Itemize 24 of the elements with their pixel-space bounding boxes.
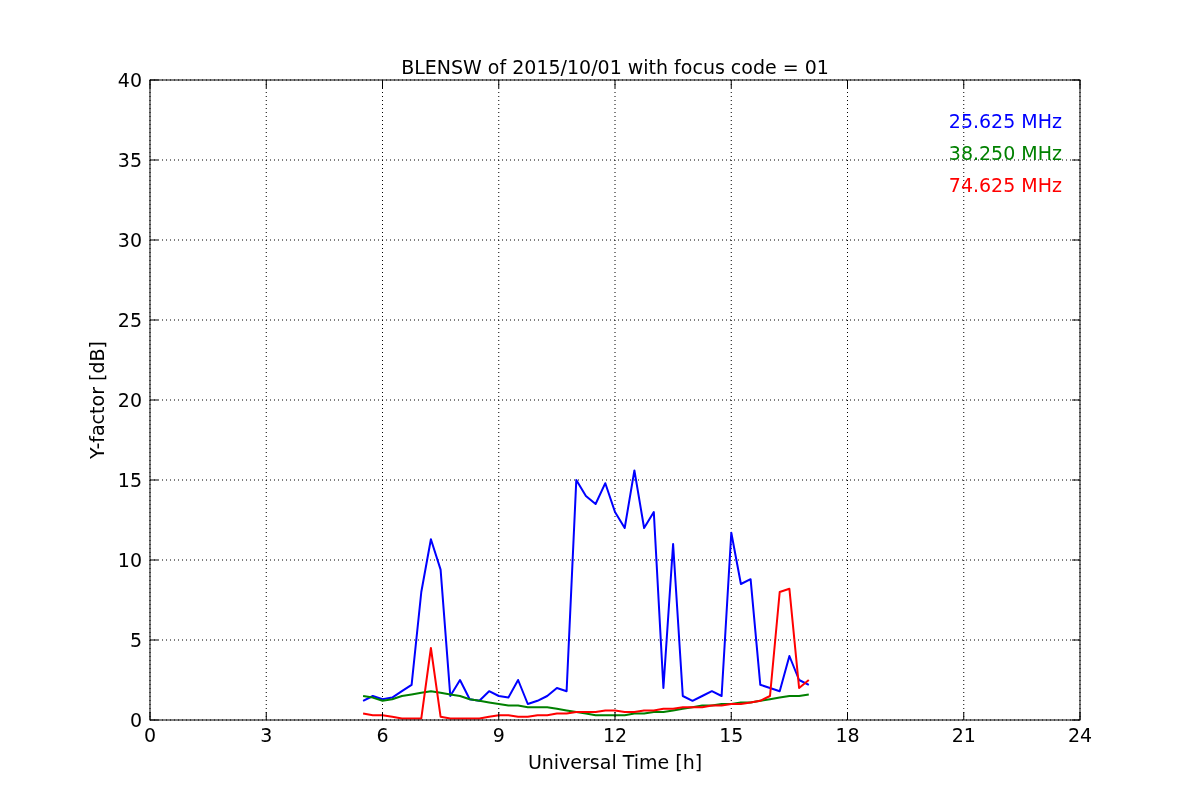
tick-label: 25 [117,309,142,331]
tick-label: 5 [129,629,142,651]
axis-label: Universal Time [h] [527,751,703,773]
legend-label: 38.250 MHz [948,142,1062,164]
tick-label: 21 [951,724,976,746]
axis-label: Y-factor [dB] [86,341,108,459]
tick-label: 18 [835,724,860,746]
tick-label: 40 [117,69,142,91]
tick-label: 35 [117,149,142,171]
tick-label: 6 [376,724,389,746]
tick-label: 3 [260,724,273,746]
tick-label: 12 [602,724,628,746]
tick-label: 15 [719,724,744,746]
chart-title: BLENSW of 2015/10/01 with focus code = 01 [401,56,829,78]
tick-label: 0 [143,724,157,746]
tick-label: 24 [1067,724,1093,746]
tick-label: 10 [117,549,142,571]
tick-label: 30 [117,229,142,251]
legend-label: 74.625 MHz [948,174,1062,196]
tick-label: 0 [129,709,142,731]
tick-label: 20 [117,389,142,411]
tick-label: 9 [492,724,505,746]
legend-label: 25.625 MHz [948,110,1062,132]
tick-label: 15 [117,469,142,491]
